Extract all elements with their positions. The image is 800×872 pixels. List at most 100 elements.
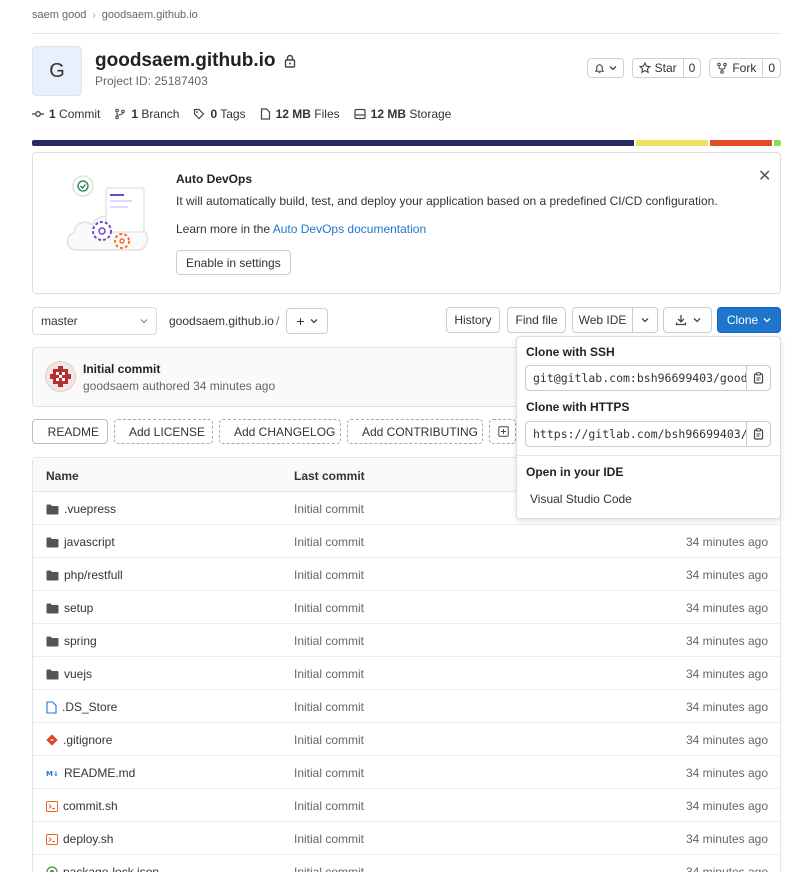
file-name[interactable]: .DS_Store bbox=[62, 700, 117, 714]
file-name-cell[interactable]: javascript bbox=[46, 535, 115, 549]
add-license-button[interactable]: Add LICENSE bbox=[114, 419, 213, 444]
file-name[interactable]: README.md bbox=[64, 766, 135, 780]
folder-icon bbox=[46, 504, 59, 515]
commit-message[interactable]: Initial commit bbox=[294, 766, 364, 780]
json-icon bbox=[46, 866, 58, 872]
language-segment[interactable] bbox=[709, 140, 772, 146]
table-row[interactable]: php/restfull Initial commit 34 minutes ago bbox=[33, 558, 780, 591]
history-button[interactable]: History bbox=[446, 307, 500, 333]
fork-count[interactable]: 0 bbox=[762, 59, 780, 77]
ssh-url-input[interactable]: git@gitlab.com:bsh96699403/good bbox=[525, 365, 747, 391]
commit-title[interactable]: Initial commit bbox=[83, 362, 160, 376]
commit-message[interactable]: Initial commit bbox=[294, 502, 364, 516]
star-count[interactable]: 0 bbox=[682, 59, 701, 77]
enable-settings-button[interactable]: Enable in settings bbox=[176, 250, 291, 275]
close-icon[interactable]: ✕ bbox=[758, 166, 771, 186]
https-url-input[interactable]: https://gitlab.com/bsh96699403/ bbox=[525, 421, 747, 447]
table-row[interactable]: M↓ README.md Initial commit 34 minutes ago bbox=[33, 756, 780, 789]
file-name-cell[interactable]: commit.sh bbox=[46, 799, 118, 813]
add-file-dropdown[interactable]: + bbox=[286, 308, 328, 334]
add-changelog-button[interactable]: Add CHANGELOG bbox=[219, 419, 341, 444]
file-name[interactable]: package-lock.json bbox=[63, 865, 159, 872]
add-contributing-button[interactable]: Add CONTRIBUTING bbox=[347, 419, 483, 444]
chevron-down-icon bbox=[609, 66, 617, 71]
file-name[interactable]: javascript bbox=[64, 535, 115, 549]
table-row[interactable]: javascript Initial commit 34 minutes ago bbox=[33, 525, 780, 558]
add-license-label: Add LICENSE bbox=[129, 424, 206, 439]
readme-button[interactable]: README bbox=[32, 419, 108, 444]
copy-https-button[interactable] bbox=[747, 421, 771, 447]
table-row[interactable]: vuejs Initial commit 34 minutes ago bbox=[33, 657, 780, 690]
copy-ssh-button[interactable] bbox=[747, 365, 771, 391]
file-name-cell[interactable]: php/restfull bbox=[46, 568, 123, 582]
language-segment[interactable] bbox=[32, 140, 634, 146]
commit-time: 34 minutes ago bbox=[685, 799, 768, 813]
file-name[interactable]: deploy.sh bbox=[63, 832, 113, 846]
file-name[interactable]: .vuepress bbox=[64, 502, 116, 516]
storage-link[interactable]: 12 MB Storage bbox=[354, 107, 451, 121]
commit-message[interactable]: Initial commit bbox=[294, 601, 364, 615]
breadcrumb-group[interactable]: saem good bbox=[32, 9, 86, 21]
add-more-button[interactable] bbox=[489, 419, 516, 444]
file-name-cell[interactable]: spring bbox=[46, 634, 97, 648]
table-row[interactable]: .gitignore Initial commit 34 minutes ago bbox=[33, 723, 780, 756]
branch-selector[interactable]: master bbox=[32, 307, 157, 335]
folder-icon bbox=[46, 636, 59, 647]
commit-message[interactable]: Initial commit bbox=[294, 799, 364, 813]
file-name-cell[interactable]: package-lock.json bbox=[46, 865, 159, 872]
fork-button[interactable]: Fork 0 bbox=[709, 58, 781, 78]
file-name-cell[interactable]: .gitignore bbox=[46, 733, 112, 747]
branches-link[interactable]: 1 Branch bbox=[114, 107, 179, 121]
file-name-cell[interactable]: .DS_Store bbox=[46, 700, 117, 714]
file-name[interactable]: setup bbox=[64, 601, 93, 615]
commit-message[interactable]: Initial commit bbox=[294, 568, 364, 582]
table-row[interactable]: setup Initial commit 34 minutes ago bbox=[33, 591, 780, 624]
add-contributing-label: Add CONTRIBUTING bbox=[362, 424, 479, 439]
clone-button[interactable]: Clone bbox=[717, 307, 781, 333]
devops-docs-link[interactable]: Auto DevOps documentation bbox=[273, 222, 426, 236]
file-name[interactable]: .gitignore bbox=[63, 733, 112, 747]
notification-button[interactable] bbox=[586, 58, 624, 78]
file-name[interactable]: php/restfull bbox=[64, 568, 123, 582]
commit-time: 34 minutes ago bbox=[685, 766, 768, 780]
web-ide-dropdown[interactable] bbox=[632, 307, 658, 333]
commit-message[interactable]: Initial commit bbox=[294, 832, 364, 846]
commit-message[interactable]: Initial commit bbox=[294, 634, 364, 648]
open-vscode-item[interactable]: Visual Studio Code bbox=[530, 492, 632, 506]
file-name-cell[interactable]: vuejs bbox=[46, 667, 92, 681]
file-name[interactable]: commit.sh bbox=[63, 799, 118, 813]
tags-link[interactable]: 0 Tags bbox=[193, 107, 246, 121]
star-button[interactable]: Star 0 bbox=[631, 58, 702, 78]
commits-link[interactable]: 1 Commit bbox=[32, 107, 100, 121]
language-segment[interactable] bbox=[773, 140, 781, 146]
file-name-cell[interactable]: setup bbox=[46, 601, 93, 615]
file-name-cell[interactable]: M↓ README.md bbox=[46, 766, 135, 780]
avatar[interactable] bbox=[45, 361, 76, 392]
table-row[interactable]: commit.sh Initial commit 34 minutes ago bbox=[33, 789, 780, 822]
file-name[interactable]: spring bbox=[64, 634, 97, 648]
table-row[interactable]: deploy.sh Initial commit 34 minutes ago bbox=[33, 822, 780, 855]
file-name-cell[interactable]: .vuepress bbox=[46, 502, 116, 516]
folder-icon bbox=[46, 570, 59, 581]
devops-title: Auto DevOps bbox=[176, 172, 253, 186]
chevron-down-icon bbox=[641, 318, 649, 323]
find-file-button[interactable]: Find file bbox=[507, 307, 566, 333]
table-row[interactable]: spring Initial commit 34 minutes ago bbox=[33, 624, 780, 657]
repo-path[interactable]: goodsaem.github.io bbox=[169, 314, 274, 328]
commit-message[interactable]: Initial commit bbox=[294, 865, 364, 872]
file-name[interactable]: vuejs bbox=[64, 667, 92, 681]
commit-message[interactable]: Initial commit bbox=[294, 667, 364, 681]
breadcrumb-project[interactable]: goodsaem.github.io bbox=[102, 9, 198, 21]
chevron-down-icon bbox=[310, 319, 318, 324]
commit-message[interactable]: Initial commit bbox=[294, 535, 364, 549]
table-row[interactable]: .DS_Store Initial commit 34 minutes ago bbox=[33, 690, 780, 723]
language-segment[interactable] bbox=[635, 140, 708, 146]
download-button[interactable] bbox=[663, 307, 712, 333]
files-link[interactable]: 12 MB Files bbox=[260, 107, 340, 121]
commit-message[interactable]: Initial commit bbox=[294, 700, 364, 714]
commit-message[interactable]: Initial commit bbox=[294, 733, 364, 747]
web-ide-button[interactable]: Web IDE bbox=[572, 307, 633, 333]
table-row[interactable]: package-lock.json Initial commit 34 minute… bbox=[33, 855, 780, 872]
chevron-down-icon bbox=[763, 318, 771, 323]
file-name-cell[interactable]: deploy.sh bbox=[46, 832, 113, 846]
